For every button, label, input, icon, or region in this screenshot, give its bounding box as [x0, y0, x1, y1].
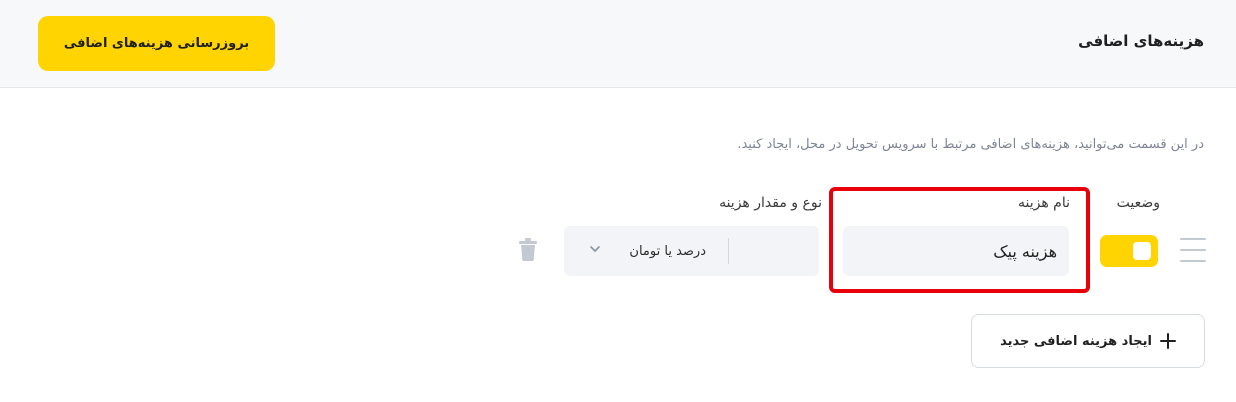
toggle-knob: [1133, 242, 1151, 260]
section-description: در این قسمت می‌توانید، هزینه‌های اضافی م…: [737, 137, 1204, 152]
page-title: هزینه‌های اضافی: [1078, 32, 1204, 50]
cost-type-selected-value: درصد یا تومان: [629, 243, 706, 259]
drag-handle-icon[interactable]: [1180, 238, 1206, 262]
header-bar: هزینه‌های اضافی بروزرسانی هزینه‌های اضاف…: [0, 0, 1236, 88]
highlight-box: [829, 187, 1090, 293]
trash-icon[interactable]: [517, 238, 539, 262]
cost-type-field[interactable]: درصد یا تومان: [564, 226, 819, 276]
add-extra-cost-button[interactable]: ایجاد هزینه اضافی جدید: [971, 314, 1205, 368]
plus-icon: [1159, 333, 1176, 349]
status-toggle[interactable]: [1100, 235, 1158, 267]
field-divider: [728, 238, 729, 264]
chevron-down-icon: [590, 246, 600, 252]
type-column-label: نوع و مقدار هزینه: [719, 195, 822, 211]
update-extra-costs-button[interactable]: بروزرسانی هزینه‌های اضافی: [38, 16, 275, 71]
status-column-label: وضعیت: [1116, 195, 1160, 211]
add-extra-cost-label: ایجاد هزینه اضافی جدید: [1000, 333, 1152, 349]
